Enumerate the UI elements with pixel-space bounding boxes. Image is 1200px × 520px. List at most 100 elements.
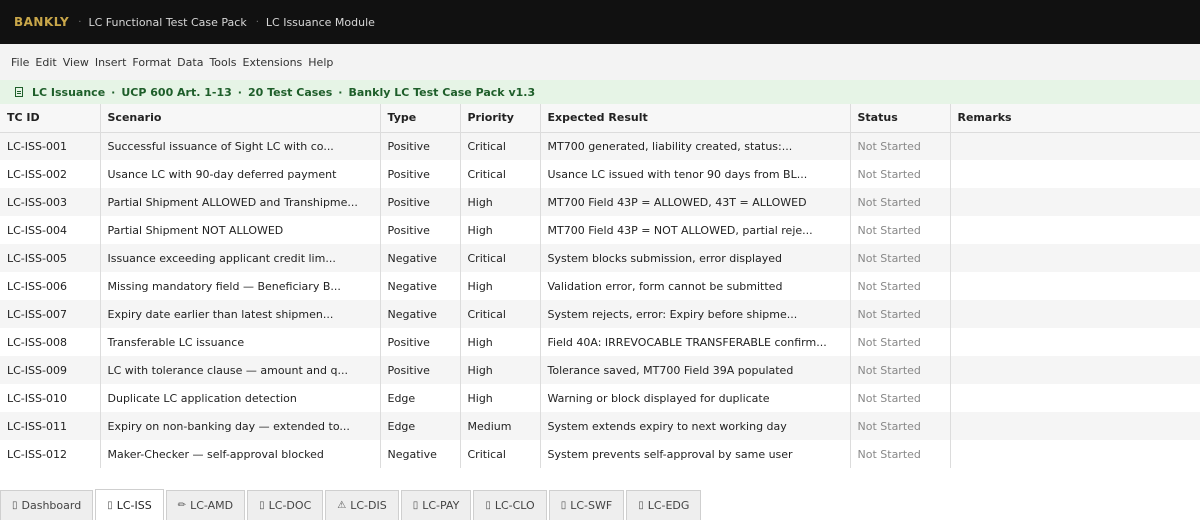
cell-scenario[interactable]: Usance LC with 90-day deferred payment [100, 160, 381, 188]
table-row[interactable]: LC-ISS-003 Partial Shipment ALLOWED and T… [0, 188, 1200, 216]
cell-type[interactable]: Negative [380, 300, 461, 328]
cell-expected-result[interactable]: Validation error, form cannot be submitt… [540, 272, 851, 300]
tab-lc-swf[interactable]: ▯ LC-SWF [548, 490, 625, 520]
tab-lc-edg[interactable]: ▯ LC-EDG [626, 490, 702, 520]
cell-tc-id[interactable]: LC-ISS-001 [0, 132, 101, 160]
cell-type[interactable]: Positive [380, 188, 461, 216]
cell-tc-id[interactable]: LC-ISS-007 [0, 300, 101, 328]
tab-lc-clo[interactable]: ▯ LC-CLO [473, 490, 547, 520]
cell-scenario[interactable]: Partial Shipment ALLOWED and Transhipme.… [100, 188, 381, 216]
tab-lc-dis[interactable]: ⚠ LC-DIS [325, 490, 399, 520]
cell-expected-result[interactable]: Tolerance saved, MT700 Field 39A populat… [540, 356, 851, 384]
cell-remarks[interactable] [950, 132, 1200, 160]
table-row[interactable]: LC-ISS-010 Duplicate LC application detec… [0, 384, 1200, 412]
cell-expected-result[interactable]: System prevents self-approval by same us… [540, 440, 851, 468]
tab-dashboard[interactable]: ▯ Dashboard [0, 490, 94, 520]
menu-insert[interactable]: Insert [95, 56, 127, 69]
cell-priority[interactable]: Critical [460, 440, 541, 468]
cell-expected-result[interactable]: MT700 Field 43P = NOT ALLOWED, partial r… [540, 216, 851, 244]
cell-tc-id[interactable]: LC-ISS-008 [0, 328, 101, 356]
menu-help[interactable]: Help [308, 56, 333, 69]
cell-tc-id[interactable]: LC-ISS-002 [0, 160, 101, 188]
tab-lc-pay[interactable]: ▯ LC-PAY [400, 490, 472, 520]
cell-status[interactable]: Not Started [850, 216, 951, 244]
cell-priority[interactable]: High [460, 384, 541, 412]
cell-expected-result[interactable]: System blocks submission, error displaye… [540, 244, 851, 272]
cell-priority[interactable]: Critical [460, 244, 541, 272]
menu-view[interactable]: View [63, 56, 89, 69]
table-row[interactable]: LC-ISS-007 Expiry date earlier than lates… [0, 300, 1200, 328]
column-header-priority[interactable]: Priority [460, 104, 541, 133]
tab-lc-amd[interactable]: ✏ LC-AMD [165, 490, 246, 520]
breadcrumb-module[interactable]: LC Issuance Module [266, 16, 375, 29]
table-row[interactable]: LC-ISS-008 Transferable LC issuance Positi… [0, 328, 1200, 356]
cell-tc-id[interactable]: LC-ISS-010 [0, 384, 101, 412]
cell-tc-id[interactable]: LC-ISS-005 [0, 244, 101, 272]
cell-status[interactable]: Not Started [850, 440, 951, 468]
cell-scenario[interactable]: Partial Shipment NOT ALLOWED [100, 216, 381, 244]
cell-status[interactable]: Not Started [850, 356, 951, 384]
cell-tc-id[interactable]: LC-ISS-006 [0, 272, 101, 300]
cell-type[interactable]: Edge [380, 384, 461, 412]
table-row[interactable]: LC-ISS-001 Successful issuance of Sight L… [0, 132, 1200, 160]
cell-expected-result[interactable]: System rejects, error: Expiry before shi… [540, 300, 851, 328]
column-header-status[interactable]: Status [850, 104, 951, 133]
cell-type[interactable]: Negative [380, 244, 461, 272]
cell-tc-id[interactable]: LC-ISS-009 [0, 356, 101, 384]
cell-expected-result[interactable]: System extends expiry to next working da… [540, 412, 851, 440]
cell-remarks[interactable] [950, 440, 1200, 468]
cell-priority[interactable]: Critical [460, 132, 541, 160]
column-header-tc-id[interactable]: TC ID [0, 104, 101, 133]
cell-remarks[interactable] [950, 328, 1200, 356]
cell-expected-result[interactable]: MT700 generated, liability created, stat… [540, 132, 851, 160]
cell-scenario[interactable]: LC with tolerance clause — amount and q.… [100, 356, 381, 384]
cell-priority[interactable]: Critical [460, 300, 541, 328]
cell-remarks[interactable] [950, 244, 1200, 272]
cell-status[interactable]: Not Started [850, 244, 951, 272]
cell-scenario[interactable]: Missing mandatory field — Beneficiary B.… [100, 272, 381, 300]
breadcrumb-pack[interactable]: LC Functional Test Case Pack [88, 16, 246, 29]
cell-status[interactable]: Not Started [850, 132, 951, 160]
cell-status[interactable]: Not Started [850, 412, 951, 440]
cell-type[interactable]: Positive [380, 328, 461, 356]
column-header-remarks[interactable]: Remarks [950, 104, 1200, 133]
cell-status[interactable]: Not Started [850, 328, 951, 356]
cell-scenario[interactable]: Expiry on non-banking day — extended to.… [100, 412, 381, 440]
cell-scenario[interactable]: Successful issuance of Sight LC with co.… [100, 132, 381, 160]
cell-remarks[interactable] [950, 384, 1200, 412]
cell-remarks[interactable] [950, 188, 1200, 216]
cell-priority[interactable]: Medium [460, 412, 541, 440]
cell-tc-id[interactable]: LC-ISS-011 [0, 412, 101, 440]
table-row[interactable]: LC-ISS-005 Issuance exceeding applicant c… [0, 244, 1200, 272]
cell-scenario[interactable]: Issuance exceeding applicant credit lim.… [100, 244, 381, 272]
column-header-expected-result[interactable]: Expected Result [540, 104, 851, 133]
table-row[interactable]: LC-ISS-002 Usance LC with 90-day deferred… [0, 160, 1200, 188]
cell-priority[interactable]: High [460, 216, 541, 244]
cell-priority[interactable]: High [460, 272, 541, 300]
table-row[interactable]: LC-ISS-006 Missing mandatory field — Bene… [0, 272, 1200, 300]
cell-remarks[interactable] [950, 300, 1200, 328]
cell-type[interactable]: Positive [380, 160, 461, 188]
cell-status[interactable]: Not Started [850, 188, 951, 216]
cell-type[interactable]: Negative [380, 272, 461, 300]
cell-tc-id[interactable]: LC-ISS-003 [0, 188, 101, 216]
table-row[interactable]: LC-ISS-009 LC with tolerance clause — amo… [0, 356, 1200, 384]
cell-type[interactable]: Positive [380, 132, 461, 160]
cell-remarks[interactable] [950, 160, 1200, 188]
cell-type[interactable]: Edge [380, 412, 461, 440]
column-header-type[interactable]: Type [380, 104, 461, 133]
tab-lc-doc[interactable]: ▯ LC-DOC [247, 490, 324, 520]
cell-status[interactable]: Not Started [850, 384, 951, 412]
cell-remarks[interactable] [950, 356, 1200, 384]
cell-priority[interactable]: Critical [460, 160, 541, 188]
menu-format[interactable]: Format [132, 56, 171, 69]
cell-expected-result[interactable]: MT700 Field 43P = ALLOWED, 43T = ALLOWED [540, 188, 851, 216]
cell-status[interactable]: Not Started [850, 160, 951, 188]
cell-status[interactable]: Not Started [850, 300, 951, 328]
menu-tools[interactable]: Tools [209, 56, 236, 69]
brand-logo[interactable]: BANKLY [14, 15, 69, 29]
cell-remarks[interactable] [950, 272, 1200, 300]
cell-priority[interactable]: High [460, 188, 541, 216]
tab-lc-iss[interactable]: ▯ LC-ISS [95, 489, 164, 520]
cell-expected-result[interactable]: Warning or block displayed for duplicate [540, 384, 851, 412]
